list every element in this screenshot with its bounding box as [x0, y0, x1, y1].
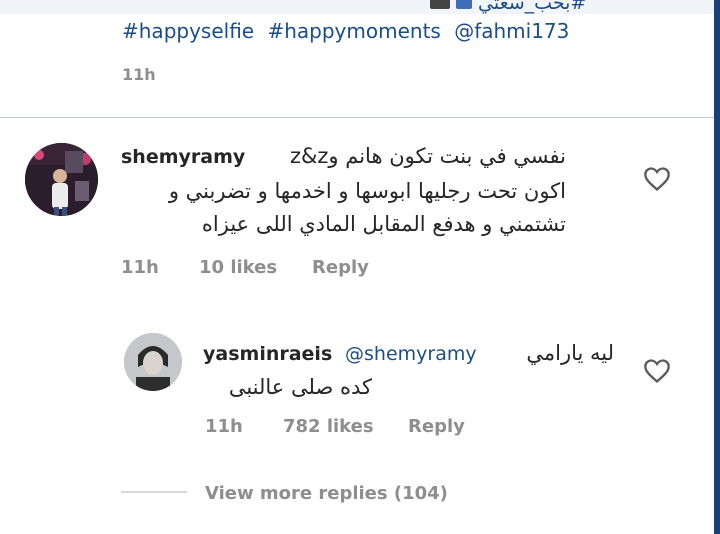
comment-timestamp[interactable]: 11h	[121, 257, 159, 278]
avatar[interactable]	[25, 143, 98, 216]
film-emoji-icon	[430, 0, 450, 9]
heart-icon[interactable]	[643, 166, 671, 192]
reply-button[interactable]: Reply	[312, 257, 369, 278]
top-strip	[0, 0, 714, 14]
caption-hashtags: #happyselfie #happymoments @fahmi173	[122, 19, 576, 43]
window-edge	[714, 0, 720, 534]
view-more-replies-line	[121, 491, 187, 493]
comment-text-line-2: كده صلى عالنبى	[228, 375, 372, 399]
comment-username[interactable]: yasminraeis	[203, 343, 332, 365]
comment-text-line-1: نفسي في بنت تكون هانم وz&z	[290, 144, 566, 168]
caption-top-text-row: #بحب_سعتي	[430, 0, 586, 14]
comment-username[interactable]: shemyramy	[121, 146, 245, 168]
comment-text-line-1: ليه يارامي	[526, 341, 614, 365]
heart-icon[interactable]	[643, 358, 671, 384]
comment-likes[interactable]: 10 likes	[199, 257, 277, 278]
caption-timestamp[interactable]: 11h	[122, 65, 156, 84]
comment-inline-text: z&z	[290, 144, 329, 168]
comment-text-line-2: اكون تحت رجليها ابوسها و اخدمها و تضربني…	[168, 179, 566, 203]
caption-top-text: #بحب_سعتي	[478, 0, 587, 14]
emoji-icon	[456, 0, 472, 9]
view-more-replies-button[interactable]: View more replies (104)	[205, 483, 448, 504]
comment-text-line-3: تشتمني و هدفع المقابل المادي اللى عيزاه	[201, 212, 566, 236]
mention-link[interactable]: @fahmi173	[454, 19, 569, 43]
hashtag-link[interactable]: #happyselfie	[122, 19, 254, 43]
divider	[0, 117, 714, 118]
comment-timestamp[interactable]: 11h	[205, 416, 243, 437]
avatar[interactable]	[124, 333, 182, 391]
hashtag-link[interactable]: #happymoments	[267, 19, 440, 43]
mention-link[interactable]: @shemyramy	[345, 343, 477, 365]
comment-likes[interactable]: 782 likes	[283, 416, 374, 437]
reply-button[interactable]: Reply	[408, 416, 465, 437]
